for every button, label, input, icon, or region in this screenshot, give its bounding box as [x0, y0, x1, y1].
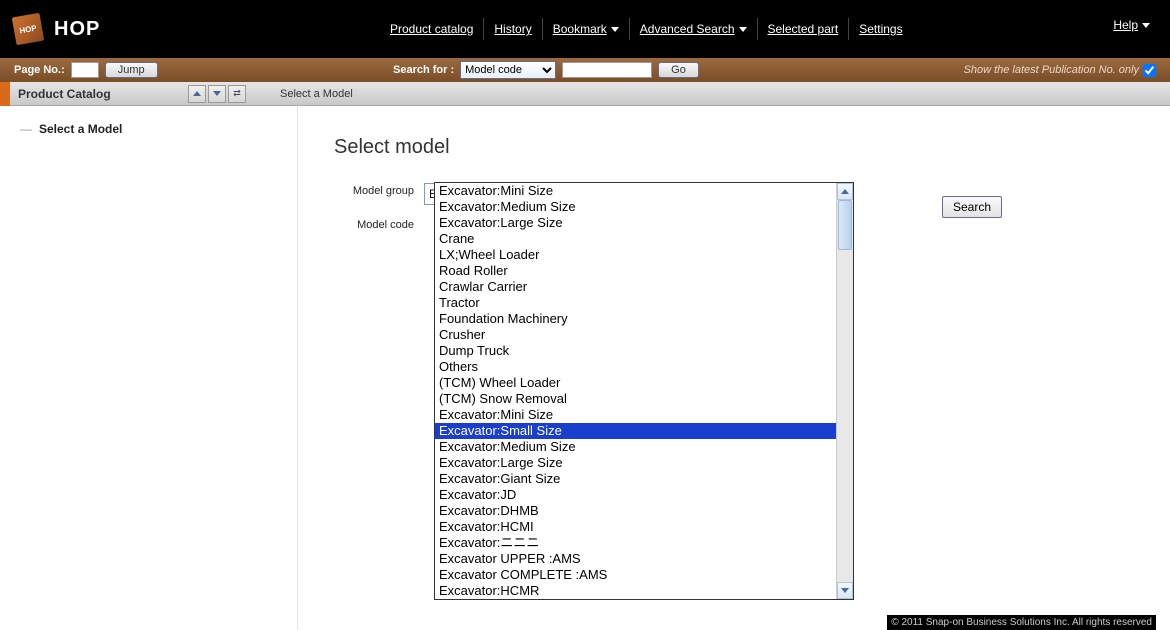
search-for-label: Search for :	[393, 64, 454, 76]
scroll-down-button[interactable]	[837, 582, 853, 599]
search-for-group: Search for : Model code Go	[393, 61, 699, 79]
nav-history[interactable]: History	[484, 18, 542, 40]
latest-pub-checkbox[interactable]	[1143, 64, 1156, 77]
triangle-up-icon	[841, 189, 849, 194]
nav-advanced-search-label: Advanced Search	[640, 22, 735, 36]
dropdown-list: Excavator:Mini SizeExcavator:Medium Size…	[435, 183, 836, 599]
dropdown-option[interactable]: Excavator COMPLETE :AMS	[435, 567, 836, 583]
tool-buttons: ⇄	[188, 85, 246, 103]
tool-row: Product Catalog ⇄ Select a Model	[0, 82, 1170, 106]
nav-history-label: History	[494, 22, 531, 36]
dropdown-option[interactable]: Road Roller	[435, 263, 836, 279]
chevron-down-icon	[739, 27, 747, 32]
dropdown-option[interactable]: Foundation Machinery	[435, 311, 836, 327]
latest-pub-label: Show the latest Publication No. only	[964, 64, 1140, 76]
dropdown-option[interactable]: Excavator:HCMR	[435, 583, 836, 599]
dropdown-option[interactable]: (TCM) Snow Removal	[435, 391, 836, 407]
dropdown-option[interactable]: (TCM) Wheel Loader	[435, 375, 836, 391]
nav-product-catalog-label: Product catalog	[390, 22, 473, 36]
footer-copyright: © 2011 Snap-on Business Solutions Inc. A…	[887, 615, 1156, 630]
nav-settings[interactable]: Settings	[849, 18, 912, 40]
dropdown-option[interactable]: LX;Wheel Loader	[435, 247, 836, 263]
tree-item-label: Select a Model	[39, 122, 122, 136]
main-area: — Select a Model Select model Model grou…	[0, 106, 1170, 630]
search-for-input[interactable]	[562, 62, 652, 78]
tree-pane: — Select a Model	[0, 106, 298, 630]
dropdown-option[interactable]: Excavator:Large Size	[435, 215, 836, 231]
nav-product-catalog[interactable]: Product catalog	[380, 18, 484, 40]
chevron-down-icon	[1142, 23, 1150, 28]
triangle-down-icon	[213, 91, 221, 96]
dropdown-option[interactable]: Crane	[435, 231, 836, 247]
page-no-group: Page No.: Jump	[14, 62, 158, 78]
model-code-label: Model code	[334, 217, 424, 231]
nav-help[interactable]: Help	[1113, 18, 1150, 32]
page-no-input[interactable]	[71, 62, 99, 78]
dropdown-option[interactable]: Excavator:DHMB	[435, 503, 836, 519]
model-group-dropdown: Excavator:Mini SizeExcavator:Medium Size…	[434, 182, 854, 600]
dropdown-option[interactable]: Dump Truck	[435, 343, 836, 359]
nav-advanced-search[interactable]: Advanced Search	[630, 18, 758, 40]
nav-help-label: Help	[1113, 18, 1138, 32]
nav-selected-part-label: Selected part	[768, 22, 839, 36]
collapse-tab[interactable]	[0, 82, 10, 106]
dropdown-option[interactable]: Excavator:Mini Size	[435, 407, 836, 423]
brand-text: HOP	[54, 18, 100, 41]
dropdown-option[interactable]: Excavator:Medium Size	[435, 199, 836, 215]
tree-item-select-model[interactable]: — Select a Model	[20, 122, 287, 136]
nav-bookmark-label: Bookmark	[553, 22, 607, 36]
chevron-down-icon	[611, 27, 619, 32]
dropdown-option[interactable]: Excavator:Mini Size	[435, 183, 836, 199]
search-button[interactable]: Search	[942, 196, 1002, 218]
nav-selected-part[interactable]: Selected part	[758, 18, 850, 40]
refresh-button[interactable]: ⇄	[228, 85, 246, 103]
nav-bookmark[interactable]: Bookmark	[543, 18, 630, 40]
model-group-label: Model group	[334, 183, 424, 197]
jump-button[interactable]: Jump	[105, 62, 158, 78]
dropdown-option[interactable]: Excavator:HCMI	[435, 519, 836, 535]
scroll-up-button[interactable]	[837, 183, 853, 200]
brand-area: HOP HOP	[14, 15, 100, 43]
dropdown-option[interactable]: Excavator:JD	[435, 487, 836, 503]
dropdown-option[interactable]: Tractor	[435, 295, 836, 311]
page-title: Select model	[334, 136, 1170, 159]
dropdown-option[interactable]: Excavator:ニニニ	[435, 535, 836, 551]
breadcrumb: Select a Model	[280, 88, 353, 100]
dropdown-option[interactable]: Excavator:Small Size	[435, 423, 836, 439]
go-button[interactable]: Go	[658, 62, 699, 78]
dropdown-option[interactable]: Excavator:Giant Size	[435, 471, 836, 487]
tree-dash-icon: —	[20, 122, 31, 136]
search-bar: Page No.: Jump Search for : Model code G…	[0, 58, 1170, 82]
scroll-thumb[interactable]	[838, 200, 852, 250]
content-pane: Select model Model group Excavator:Mediu…	[298, 106, 1170, 630]
nav-settings-label: Settings	[859, 22, 902, 36]
dropdown-option[interactable]: Crusher	[435, 327, 836, 343]
top-nav-links: Product catalog History Bookmark Advance…	[380, 0, 913, 58]
section-title: Product Catalog	[10, 87, 180, 101]
page-no-label: Page No.:	[14, 64, 65, 76]
dropdown-option[interactable]: Crawlar Carrier	[435, 279, 836, 295]
dropdown-option[interactable]: Excavator:Medium Size	[435, 439, 836, 455]
triangle-up-icon	[193, 91, 201, 96]
search-for-select[interactable]: Model code	[460, 61, 556, 79]
latest-pub-group: Show the latest Publication No. only	[964, 64, 1157, 77]
triangle-down-icon	[841, 588, 849, 593]
dropdown-option[interactable]: Excavator UPPER :AMS	[435, 551, 836, 567]
dropdown-scrollbar[interactable]	[836, 183, 853, 599]
collapse-up-button[interactable]	[188, 85, 206, 103]
dropdown-option[interactable]: Others	[435, 359, 836, 375]
dropdown-option[interactable]: Excavator:Large Size	[435, 455, 836, 471]
hop-logo-icon: HOP	[12, 13, 44, 45]
top-nav-bar: HOP HOP Product catalog History Bookmark…	[0, 0, 1170, 58]
expand-down-button[interactable]	[208, 85, 226, 103]
